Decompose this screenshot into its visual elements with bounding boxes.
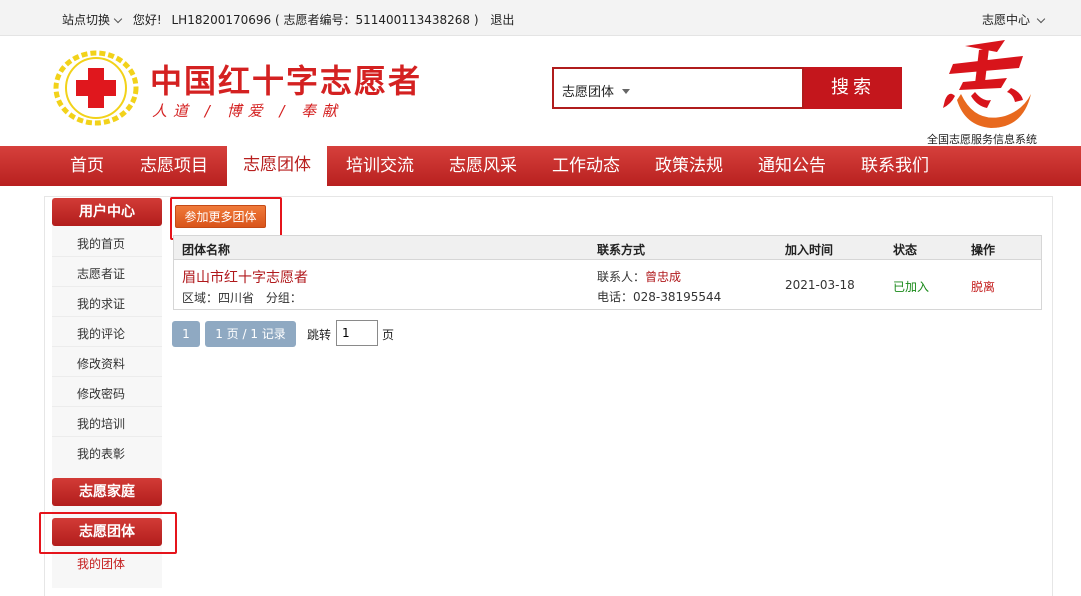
greeting: 您好! — [132, 13, 162, 27]
sidebar-item-verification[interactable]: 我的求证 — [77, 295, 125, 312]
sidebar-item-home[interactable]: 我的首页 — [77, 235, 125, 252]
divider — [52, 256, 162, 257]
jump-page-input[interactable] — [336, 320, 378, 346]
jump-label: 跳转 — [307, 328, 332, 342]
leave-group-link[interactable]: 脱离 — [971, 278, 995, 295]
page-button-1[interactable]: 1 — [172, 321, 200, 347]
divider — [52, 346, 162, 347]
nav-home[interactable]: 首页 — [70, 146, 104, 186]
chevron-down-icon — [1036, 14, 1046, 24]
column-contact: 联系方式 — [597, 243, 646, 257]
column-action: 操作 — [971, 243, 996, 257]
group-region-value: 区域：四川省 — [182, 291, 255, 305]
search-button[interactable]: 搜索 — [804, 67, 902, 109]
nav-contact[interactable]: 联系我们 — [861, 146, 929, 186]
top-bar-left: 站点切换 您好! LH18200170696 ( 志愿者编号：511400113… — [62, 11, 514, 28]
nav-showcase[interactable]: 志愿风采 — [449, 146, 517, 186]
contact-label: 联系人： — [597, 270, 646, 284]
sidebar-item-edit-profile[interactable]: 修改资料 — [77, 355, 125, 372]
sidebar-item-comments[interactable]: 我的评论 — [77, 325, 125, 342]
sidebar-item-training[interactable]: 我的培训 — [77, 415, 125, 432]
nav-news[interactable]: 工作动态 — [552, 146, 620, 186]
divider — [52, 406, 162, 407]
system-name: 全国志愿服务信息系统 — [927, 133, 1037, 146]
chevron-down-icon — [113, 14, 123, 24]
join-more-groups-button[interactable]: 参加更多团体 — [175, 205, 266, 228]
highlight-groups — [39, 512, 177, 554]
status-badge: 已加入 — [893, 280, 930, 294]
site-switch[interactable]: 站点切换 — [62, 11, 123, 28]
site-switch-label: 站点切换 — [62, 13, 111, 27]
sidebar-item-awards[interactable]: 我的表彰 — [77, 445, 125, 462]
nav-notices[interactable]: 通知公告 — [758, 146, 826, 186]
column-group-name: 团体名称 — [182, 243, 231, 257]
joined-date: 2021-03-18 — [785, 278, 855, 292]
divider — [52, 376, 162, 377]
volunteer-center-menu[interactable]: 志愿中心 — [982, 11, 1046, 28]
volunteer-number: ( 志愿者编号：511400113438268 ) — [275, 13, 479, 27]
brand-title: 中国红十字志愿者 — [150, 62, 423, 100]
volunteer-zhi-logo-icon — [943, 40, 1031, 128]
sidebar-user-center[interactable]: 用户中心 — [52, 198, 162, 226]
user-id: LH18200170696 — [171, 13, 272, 27]
top-bar: 站点切换 您好! LH18200170696 ( 志愿者编号：511400113… — [0, 0, 1081, 36]
page-summary: 1 页 / 1 记录 — [205, 321, 296, 347]
logout-link[interactable]: 退出 — [490, 11, 514, 28]
contact-person: 联系人：曾忠成 — [597, 268, 681, 285]
column-joined: 加入时间 — [785, 243, 834, 257]
divider — [52, 436, 162, 437]
sidebar-item-certificate[interactable]: 志愿者证 — [77, 265, 125, 282]
group-region: 区域：四川省 分组： — [182, 289, 302, 306]
divider — [52, 316, 162, 317]
sidebar-item-my-groups[interactable]: 我的团体 — [77, 555, 125, 572]
nav-training[interactable]: 培训交流 — [346, 146, 414, 186]
volunteer-center-label: 志愿中心 — [982, 13, 1031, 27]
red-cross-emblem-icon — [53, 50, 139, 126]
nav-groups[interactable]: 志愿团体 — [227, 144, 327, 186]
contact-name: 曾忠成 — [645, 270, 682, 284]
search-category-value: 志愿团体 — [562, 85, 615, 100]
sidebar-item-change-password[interactable]: 修改密码 — [77, 385, 125, 402]
caret-down-icon — [622, 89, 631, 94]
brand-slogan: 人道 / 博爱 / 奉献 — [152, 102, 344, 120]
group-name-link[interactable]: 眉山市红十字志愿者 — [182, 267, 308, 287]
table-header: 团体名称 联系方式 加入时间 状态 操作 — [174, 236, 1041, 260]
page-suffix: 页 — [382, 328, 395, 342]
nav-policy[interactable]: 政策法规 — [655, 146, 723, 186]
search-category-select[interactable]: 志愿团体 — [562, 81, 631, 100]
divider — [52, 286, 162, 287]
search-box[interactable]: 志愿团体 — [552, 67, 804, 109]
sidebar-family[interactable]: 志愿家庭 — [52, 478, 162, 506]
nav-projects[interactable]: 志愿项目 — [140, 146, 208, 186]
contact-phone: 电话：028-38195544 — [597, 290, 722, 304]
group-subgroup: 分组： — [265, 291, 302, 305]
groups-table: 团体名称 联系方式 加入时间 状态 操作 眉山市红十字志愿者 区域：四川省 分组… — [173, 235, 1042, 310]
main-nav: 首页 志愿项目 志愿团体 培训交流 志愿风采 工作动态 政策法规 通知公告 联系… — [0, 144, 1081, 186]
column-status: 状态 — [893, 243, 918, 257]
